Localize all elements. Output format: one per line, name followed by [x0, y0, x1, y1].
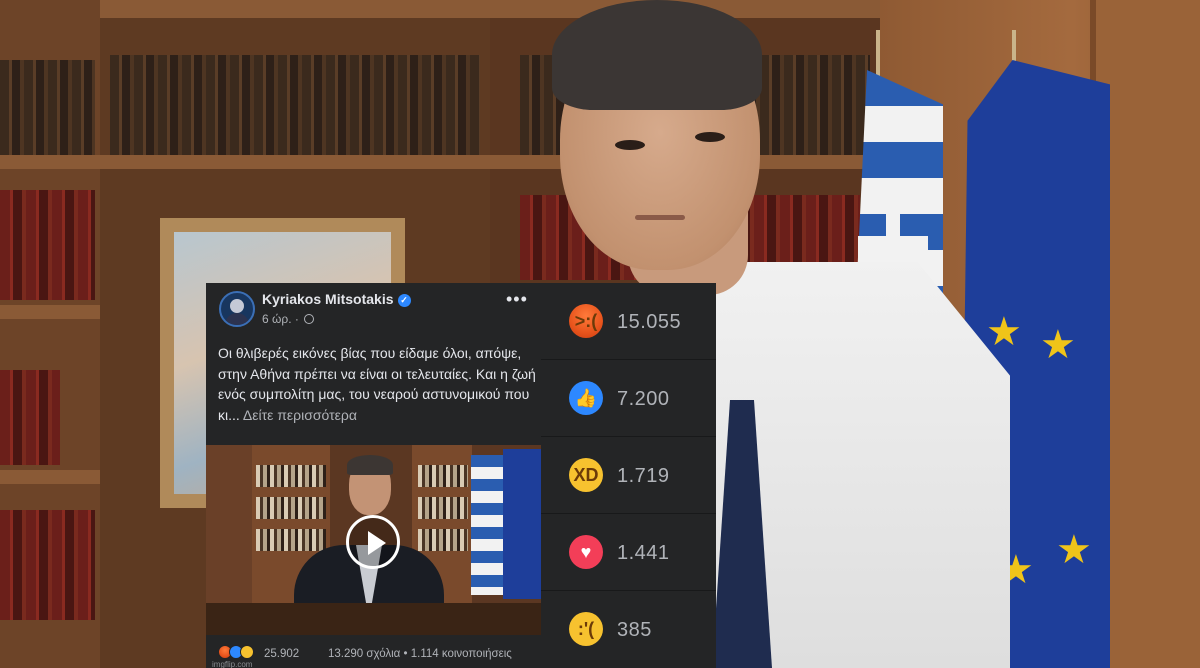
post-footer: 25.902 13.290 σχόλια • 1.114 κοινοποιήσε… [206, 643, 541, 668]
like-thumb-icon: 👍 [569, 381, 603, 415]
shelf [100, 0, 490, 18]
angry-emoji-icon: >:( [569, 304, 603, 338]
reaction-row-haha[interactable]: XD 1.719 [541, 437, 716, 514]
haha-emoji-icon: XD [569, 458, 603, 492]
video-greek-flag [471, 455, 505, 595]
shelf [100, 155, 490, 169]
reaction-row-sad[interactable]: :'( 385 [541, 591, 716, 668]
shelf [0, 305, 105, 319]
person-hair [552, 0, 762, 110]
video-books [418, 465, 468, 487]
post-header: Kyriakos Mitsotakis ✓ 6 ώρ. · ••• [206, 283, 541, 333]
shelf [0, 470, 105, 484]
video-thumbnail[interactable] [206, 445, 541, 635]
video-books [256, 529, 326, 551]
person-mouth [635, 215, 685, 220]
person-eye [615, 140, 645, 150]
globe-icon [304, 314, 315, 324]
play-icon [368, 531, 386, 555]
avatar[interactable] [219, 291, 255, 327]
reaction-count: 7.200 [617, 388, 670, 410]
video-books [256, 465, 326, 487]
more-options-icon[interactable]: ••• [506, 289, 528, 310]
shelf [0, 155, 105, 169]
video-eu-flag [503, 449, 541, 599]
reaction-count: 385 [617, 619, 652, 641]
books [0, 190, 95, 300]
reaction-icons[interactable] [218, 645, 254, 659]
author-name[interactable]: Kyriakos Mitsotakis ✓ [262, 291, 411, 307]
heart-icon: ♥ [569, 535, 603, 569]
reaction-count: 1.719 [617, 465, 670, 487]
reaction-row-angry[interactable]: >:( 15.055 [541, 283, 716, 360]
reaction-row-like[interactable]: 👍 7.200 [541, 360, 716, 437]
books [0, 60, 95, 155]
person-eye [695, 132, 725, 142]
video-person-hair [347, 455, 393, 475]
reaction-total[interactable]: 25.902 [264, 648, 299, 660]
star-icon: ★ [986, 310, 1022, 354]
post-text: Οι θλιβερές εικόνες βίας που είδαμε όλοι… [218, 343, 536, 425]
reaction-count: 15.055 [617, 311, 682, 333]
books [0, 370, 60, 465]
video-books [418, 497, 468, 519]
author-label[interactable]: Kyriakos Mitsotakis [262, 291, 394, 307]
reaction-count: 1.441 [617, 542, 670, 564]
video-desk [206, 603, 541, 635]
post-time[interactable]: 6 ώρ. · [262, 312, 299, 326]
books [0, 510, 95, 620]
verified-badge-icon: ✓ [397, 294, 411, 307]
star-icon: ★ [1040, 323, 1076, 367]
see-more-link[interactable]: Δείτε περισσότερα [243, 407, 357, 423]
haha-emoji-icon [240, 645, 254, 659]
reaction-row-love[interactable]: ♥ 1.441 [541, 514, 716, 591]
star-icon: ★ [1056, 528, 1092, 572]
comments-shares[interactable]: 13.290 σχόλια • 1.114 κοινοποιήσεις [328, 648, 512, 660]
books [110, 55, 480, 155]
post-meta: 6 ώρ. · [262, 312, 315, 326]
video-books [418, 529, 468, 551]
reactions-panel: >:( 15.055 👍 7.200 XD 1.719 ♥ 1.441 :'( … [541, 283, 716, 668]
play-button[interactable] [346, 515, 400, 569]
watermark: imgflip.com [212, 660, 253, 668]
sad-emoji-icon: :'( [569, 612, 603, 646]
video-books [256, 497, 326, 519]
facebook-post: Kyriakos Mitsotakis ✓ 6 ώρ. · ••• Οι θλιβ… [206, 283, 541, 668]
